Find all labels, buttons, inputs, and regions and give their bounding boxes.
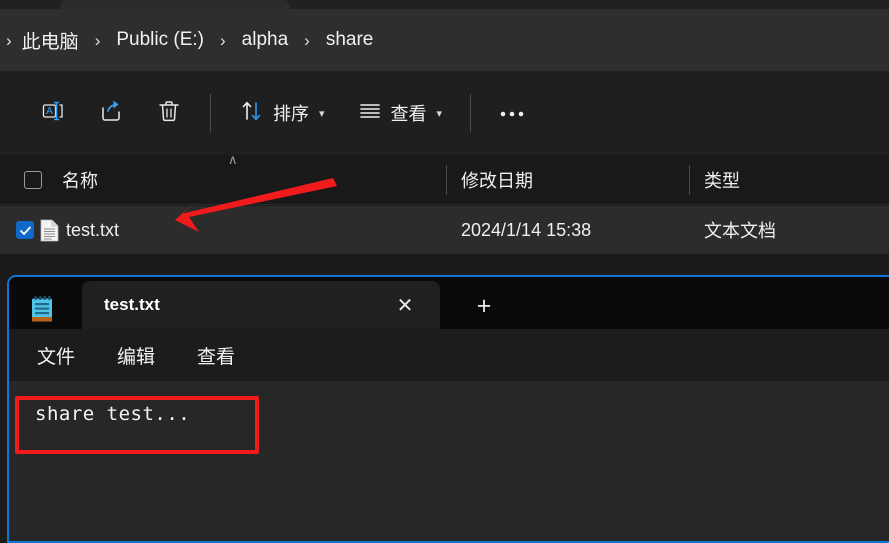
cell-file-type: 文本文档 — [704, 221, 776, 241]
menu-item-view[interactable]: 查看 — [183, 336, 249, 375]
breadcrumb-item-3[interactable]: share — [316, 27, 384, 53]
chevron-right-icon-2: › — [220, 30, 226, 50]
sort-icon — [239, 98, 265, 129]
more-button[interactable] — [489, 93, 535, 133]
cell-date-modified: 2024/1/14 15:38 — [461, 219, 592, 240]
column-header-type[interactable]: 类型 — [690, 155, 740, 205]
breadcrumb-item-0[interactable]: 此电脑 — [18, 25, 89, 56]
screen: › 此电脑 › Public (E:) › alpha › share A 排序… — [0, 0, 889, 543]
toolbar-divider-2 — [470, 94, 472, 132]
cell-file-name: test.txt — [66, 219, 120, 240]
menu-item-file[interactable]: 文件 — [23, 336, 89, 375]
share-icon — [97, 97, 125, 130]
row-checkbox[interactable] — [16, 221, 34, 239]
chevron-down-icon-view: ▾ — [436, 107, 443, 120]
notepad-window: test.txt ✕ + 文件 编辑 查看 share test... — [7, 275, 889, 543]
svg-text:A: A — [46, 106, 53, 117]
explorer-tab-strip — [0, 0, 889, 9]
breadcrumb: › 此电脑 › Public (E:) › alpha › share — [0, 9, 889, 71]
menu-item-edit[interactable]: 编辑 — [103, 336, 169, 375]
chevron-right-icon-3: › — [304, 30, 310, 50]
column-header-date[interactable]: 修改日期 — [447, 155, 533, 205]
column-header-row: 名称 修改日期 类型 — [0, 155, 889, 205]
notepad-tab-title: test.txt — [104, 295, 160, 314]
sort-button[interactable]: 排序 ▾ — [229, 93, 335, 133]
toolbar-divider-1 — [210, 94, 211, 132]
trash-icon — [155, 97, 183, 130]
view-button[interactable]: 查看 ▾ — [347, 93, 453, 133]
view-icon — [357, 98, 383, 129]
sort-label: 排序 — [273, 104, 309, 124]
ellipsis-icon — [498, 103, 526, 124]
column-header-date-label: 修改日期 — [461, 171, 533, 191]
notepad-text-area[interactable]: share test... — [9, 381, 889, 541]
column-header-name-label: 名称 — [62, 171, 98, 191]
share-button[interactable] — [88, 93, 134, 133]
column-header-name[interactable]: 名称 — [0, 155, 98, 205]
close-icon[interactable]: ✕ — [392, 293, 418, 319]
table-row[interactable]: test.txt 2024/1/14 15:38 文本文档 — [0, 206, 889, 254]
delete-button[interactable] — [146, 93, 192, 133]
select-all-checkbox[interactable] — [24, 171, 42, 189]
notepad-tab[interactable]: test.txt ✕ — [82, 281, 440, 329]
chevron-right-icon-0: › — [6, 30, 12, 50]
chevron-right-icon-1: › — [94, 30, 101, 50]
explorer-toolbar: A 排序 ▾ 查看 ▾ — [0, 71, 889, 155]
sort-ascending-indicator: ∧ — [228, 152, 238, 167]
breadcrumb-item-1[interactable]: Public (E:) — [106, 27, 214, 53]
text-file-icon — [40, 219, 59, 242]
new-tab-button[interactable]: + — [466, 291, 502, 321]
column-header-type-label: 类型 — [704, 171, 740, 191]
view-label: 查看 — [390, 104, 427, 124]
chevron-down-icon-sort: ▾ — [319, 107, 325, 120]
notepad-titlebar[interactable]: test.txt ✕ + — [9, 277, 889, 329]
notepad-text-content: share test... — [35, 403, 191, 425]
notepad-icon — [29, 296, 55, 324]
breadcrumb-item-2[interactable]: alpha — [232, 27, 299, 53]
notepad-menubar: 文件 编辑 查看 — [9, 329, 889, 381]
explorer-tab[interactable] — [60, 0, 290, 9]
rename-icon: A — [39, 97, 67, 130]
rename-button[interactable]: A — [30, 93, 76, 133]
